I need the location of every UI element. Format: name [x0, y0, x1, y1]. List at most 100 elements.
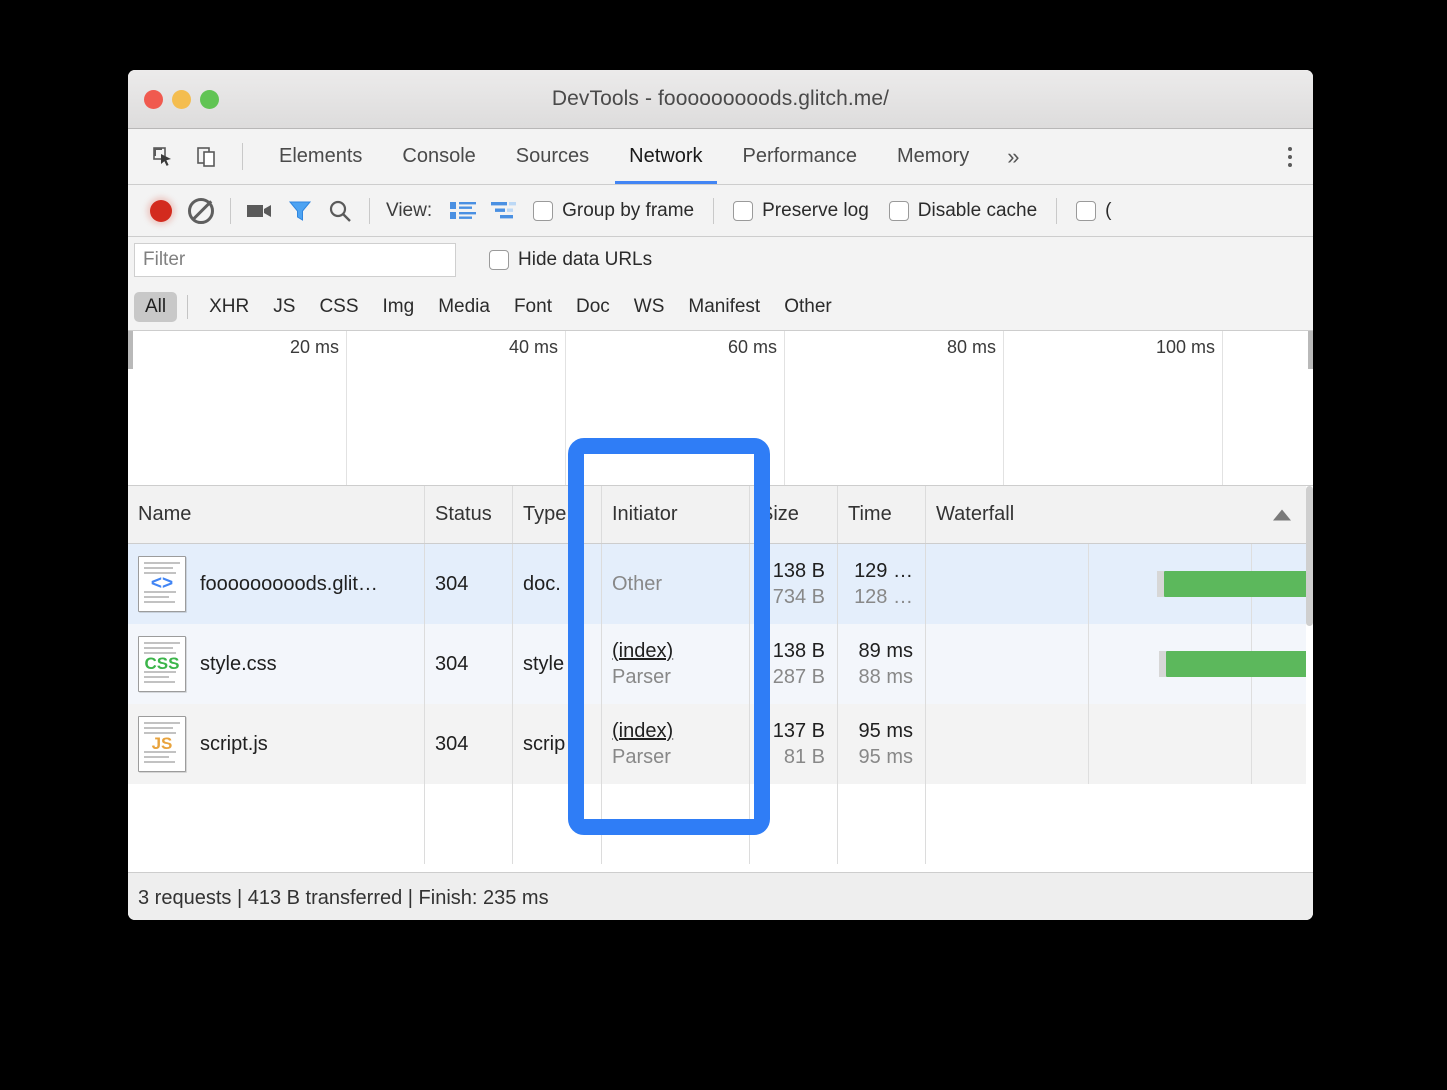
preserve-log-checkbox[interactable]: Preserve log	[724, 200, 878, 222]
tab-elements[interactable]: Elements	[259, 129, 382, 184]
tab-label: Sources	[515, 145, 590, 167]
resource-type-filters: All XHR JS CSS Img Media Font Doc WS Man…	[128, 283, 1313, 331]
column-header-size[interactable]: Size	[750, 486, 838, 543]
cell-size: 138 B 287 B	[750, 624, 838, 704]
clear-icon[interactable]	[182, 192, 220, 230]
checkbox-box	[1076, 200, 1097, 221]
column-header-type[interactable]: Type	[513, 486, 602, 543]
close-window-icon[interactable]	[144, 90, 163, 109]
cell-status: 304	[425, 544, 513, 624]
column-label: Size	[760, 503, 799, 525]
checkbox-label: Disable cache	[917, 199, 1038, 221]
network-overview-timeline[interactable]: 20 ms 40 ms 60 ms 80 ms 100 ms	[128, 331, 1313, 486]
waterfall-gridlines	[926, 704, 1313, 784]
column-header-time[interactable]: Time	[838, 486, 926, 543]
type-filter-doc[interactable]: Doc	[565, 292, 621, 322]
initiator-value: Other	[612, 572, 663, 595]
tab-label: Performance	[742, 145, 858, 167]
cell-initiator[interactable]: Other	[602, 544, 750, 624]
filter-funnel-icon[interactable]	[281, 192, 319, 230]
toolbar-divider-2	[369, 197, 370, 224]
tab-memory[interactable]: Memory	[877, 129, 989, 184]
type-filter-other[interactable]: Other	[773, 292, 843, 322]
table-row[interactable]: CSS style.css 304 style (index) Parser 1…	[128, 624, 1313, 704]
type-filter-img[interactable]: Img	[372, 292, 426, 322]
table-row[interactable]: <> fooooooooods.glit… 304 doc. Other 138…	[128, 544, 1313, 624]
filter-input[interactable]	[134, 243, 456, 277]
type-filter-all[interactable]: All	[134, 291, 178, 322]
cell-size: 138 B 734 B	[750, 544, 838, 624]
time-latency: 128 …	[854, 585, 913, 608]
column-header-name[interactable]: Name	[128, 486, 425, 543]
more-tabs-icon[interactable]: »	[989, 129, 1037, 184]
cell-name[interactable]: <> fooooooooods.glit…	[128, 544, 425, 624]
vertical-scrollbar[interactable]	[1306, 486, 1313, 872]
request-name: fooooooooods.glit…	[200, 572, 378, 595]
kebab-menu-icon[interactable]	[1267, 129, 1313, 185]
tab-console[interactable]: Console	[382, 129, 495, 184]
camera-icon[interactable]	[241, 192, 279, 230]
type-filter-ws[interactable]: WS	[623, 292, 676, 322]
scrollbar-thumb[interactable]	[1306, 486, 1313, 626]
large-request-rows-icon[interactable]	[444, 192, 482, 230]
hide-data-urls-checkbox[interactable]: Hide data URLs	[480, 249, 661, 271]
record-button-icon[interactable]	[142, 192, 180, 230]
overview-tick-60ms: 60 ms	[727, 337, 777, 357]
type-filter-css[interactable]: CSS	[308, 292, 369, 322]
offline-checkbox[interactable]: (	[1067, 200, 1120, 222]
show-overview-icon[interactable]	[484, 192, 522, 230]
initiator-link[interactable]: (index)	[612, 640, 749, 663]
filter-row: Hide data URLs	[128, 237, 1313, 283]
checkbox-label: Preserve log	[762, 199, 869, 221]
waterfall-bar	[1159, 651, 1313, 677]
devtools-window: DevTools - fooooooooods.glitch.me/ Eleme…	[128, 70, 1313, 920]
tab-performance[interactable]: Performance	[723, 129, 878, 184]
cell-name[interactable]: JS script.js	[128, 704, 425, 784]
minimize-window-icon[interactable]	[172, 90, 191, 109]
checkbox-box	[489, 250, 509, 270]
initiator-link[interactable]: (index)	[612, 720, 749, 743]
column-header-status[interactable]: Status	[425, 486, 513, 543]
time-value: 129 …	[854, 559, 913, 582]
size-uncompressed: 81 B	[783, 745, 825, 768]
toolbar-divider	[230, 197, 231, 224]
view-label: View:	[386, 199, 433, 221]
status-value: 304	[435, 732, 469, 755]
type-filter-media[interactable]: Media	[427, 292, 501, 322]
maximize-window-icon[interactable]	[200, 90, 219, 109]
empty-cell	[425, 784, 513, 864]
group-by-frame-checkbox[interactable]: Group by frame	[524, 200, 703, 222]
html-file-icon: <>	[138, 556, 186, 612]
overview-left-handle[interactable]	[128, 331, 133, 369]
search-icon[interactable]	[321, 192, 359, 230]
cell-name[interactable]: CSS style.css	[128, 624, 425, 704]
type-filter-xhr[interactable]: XHR	[198, 292, 260, 322]
type-filter-manifest[interactable]: Manifest	[677, 292, 771, 322]
column-label: Time	[848, 503, 892, 525]
column-label: Type	[523, 503, 567, 525]
type-filter-font[interactable]: Font	[503, 292, 563, 322]
cell-initiator[interactable]: (index) Parser	[602, 624, 750, 704]
type-filter-js[interactable]: JS	[262, 292, 306, 322]
overview-right-handle[interactable]	[1308, 331, 1313, 369]
disable-cache-checkbox[interactable]: Disable cache	[880, 200, 1046, 222]
tab-sources[interactable]: Sources	[496, 129, 609, 184]
size-value: 138 B	[772, 639, 825, 662]
tab-bar-divider	[242, 143, 243, 170]
table-header-row: Name Status Type Initiator Size Time Wat…	[128, 486, 1313, 544]
cell-initiator[interactable]: (index) Parser	[602, 704, 750, 784]
table-row[interactable]: JS script.js 304 scrip (index) Parser 13…	[128, 704, 1313, 784]
column-header-initiator[interactable]: Initiator	[602, 486, 750, 543]
overview-tick-100ms: 100 ms	[1155, 337, 1215, 357]
inspect-element-icon[interactable]	[144, 138, 182, 176]
tab-network[interactable]: Network	[609, 129, 722, 184]
device-toolbar-icon[interactable]	[188, 138, 226, 176]
checkbox-label: Group by frame	[562, 199, 695, 221]
traffic-light-buttons	[144, 90, 219, 109]
column-header-waterfall[interactable]: Waterfall	[926, 486, 1313, 543]
checkbox-box	[733, 200, 754, 221]
tab-label: Elements	[279, 145, 363, 167]
type-value: style	[523, 652, 565, 675]
devtools-tab-bar: Elements Console Sources Network Perform…	[128, 129, 1313, 185]
initiator-type: Parser	[612, 665, 671, 688]
